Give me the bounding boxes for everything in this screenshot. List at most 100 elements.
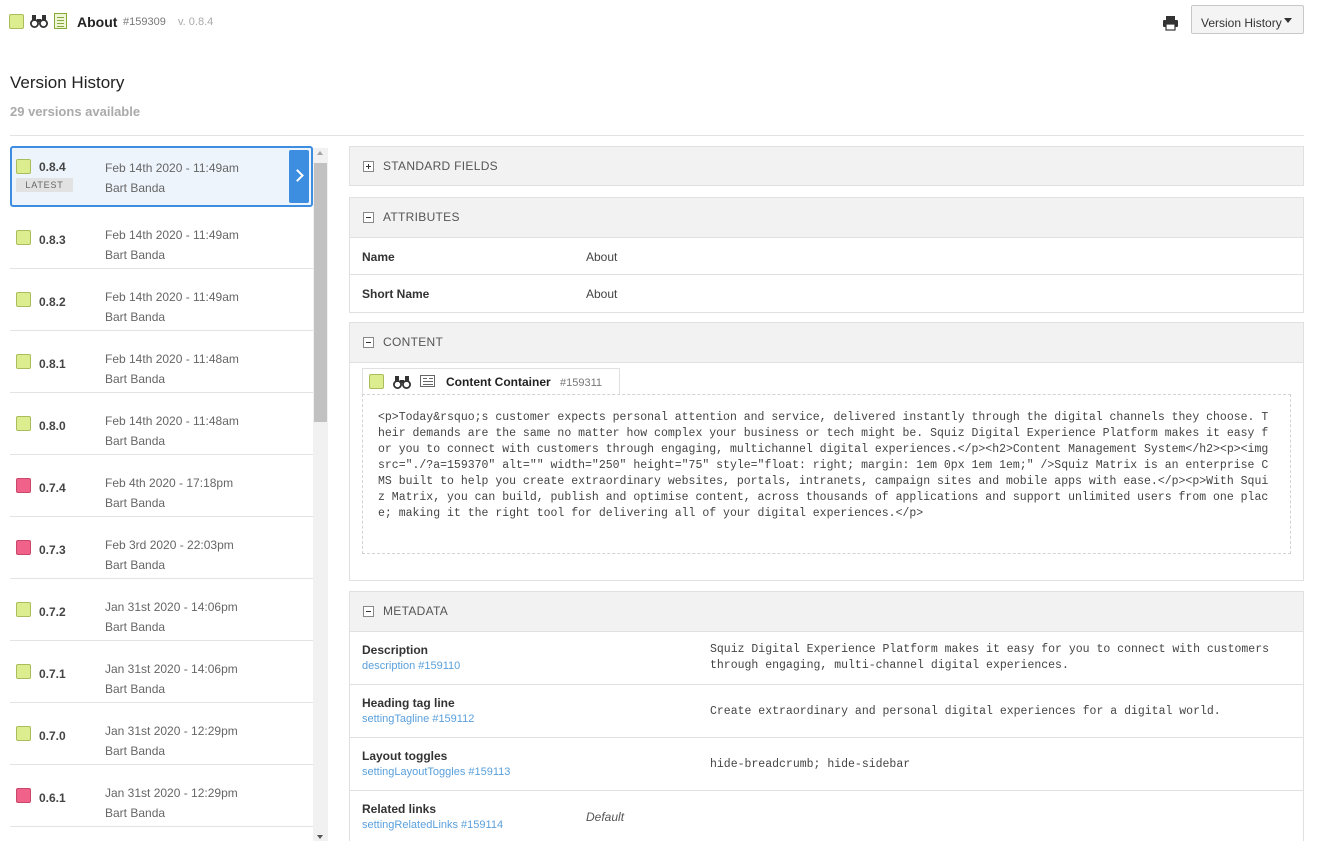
metadata-label: Description <box>362 643 429 657</box>
status-indicator-icon[interactable] <box>9 14 24 29</box>
version-history-dropdown-button[interactable]: Version History <box>1191 5 1304 34</box>
binoculars-icon[interactable] <box>30 13 48 29</box>
scroll-down-icon[interactable] <box>317 835 323 839</box>
version-date: Feb 4th 2020 - 17:18pm <box>105 476 234 490</box>
section-title: ATTRIBUTES <box>383 210 460 224</box>
version-history-button-label: Version History <box>1201 16 1282 30</box>
version-item[interactable]: 0.7.3 Feb 3rd 2020 - 22:03pm Bart Banda <box>10 517 313 579</box>
status-indicator-icon <box>16 788 31 803</box>
version-author: Bart Banda <box>105 558 166 572</box>
status-indicator-icon <box>16 540 31 555</box>
metadata-row: Description description #159110 Squiz Di… <box>350 632 1303 685</box>
content-header[interactable]: CONTENT <box>350 323 1303 363</box>
status-indicator-icon <box>16 664 31 679</box>
collapse-icon[interactable] <box>363 212 374 223</box>
version-number: 0.7.2 <box>39 605 66 619</box>
version-number: 0.7.3 <box>39 543 66 557</box>
print-icon[interactable] <box>1162 15 1179 31</box>
version-author: Bart Banda <box>105 181 166 195</box>
attributes-panel: ATTRIBUTES Name About Short Name About <box>349 197 1304 313</box>
asset-version: v. 0.8.4 <box>178 16 214 28</box>
version-date: Feb 14th 2020 - 11:48am <box>105 352 239 366</box>
section-title: STANDARD FIELDS <box>383 159 498 173</box>
metadata-default-value: Default <box>586 810 625 824</box>
version-date: Feb 14th 2020 - 11:49am <box>105 228 239 242</box>
version-item[interactable]: 0.6.1 Jan 31st 2020 - 12:29pm Bart Banda <box>10 765 313 827</box>
version-date: Jan 31st 2020 - 12:29pm <box>105 724 238 738</box>
metadata-value: Squiz Digital Experience Platform makes … <box>710 643 1269 672</box>
version-number: 0.6.1 <box>39 791 66 805</box>
version-author: Bart Banda <box>105 620 166 634</box>
status-indicator-icon[interactable] <box>369 374 384 389</box>
version-item[interactable]: 0.8.1 Feb 14th 2020 - 11:48am Bart Banda <box>10 331 313 393</box>
version-number: 0.8.4 <box>39 160 66 174</box>
status-indicator-icon <box>16 726 31 741</box>
metadata-row: Heading tag line settingTagline #159112 … <box>350 685 1303 738</box>
status-indicator-icon <box>16 354 31 369</box>
metadata-field-link[interactable]: description #159110 <box>362 660 460 672</box>
content-container-id: #159311 <box>560 377 603 389</box>
standard-fields-header[interactable]: STANDARD FIELDS <box>350 147 1303 185</box>
metadata-field-link[interactable]: settingRelatedLinks #159114 <box>362 819 503 831</box>
version-item[interactable]: 0.8.3 Feb 14th 2020 - 11:49am Bart Banda <box>10 207 313 269</box>
content-html-source: <p>Today&rsquo;s customer expects person… <box>362 394 1291 554</box>
metadata-field-link[interactable]: settingLayoutToggles #159113 <box>362 766 510 778</box>
collapse-icon[interactable] <box>363 606 374 617</box>
version-item[interactable]: 0.7.0 Jan 31st 2020 - 12:29pm Bart Banda <box>10 703 313 765</box>
metadata-label: Related links <box>362 802 437 816</box>
status-indicator-icon <box>16 292 31 307</box>
metadata-value: hide-breadcrumb; hide-sidebar <box>710 758 911 771</box>
version-number: 0.8.2 <box>39 295 66 309</box>
page-title: Version History <box>10 73 125 92</box>
attribute-label: Name <box>362 250 395 264</box>
version-number: 0.8.1 <box>39 357 66 371</box>
metadata-row: Layout toggles settingLayoutToggles #159… <box>350 738 1303 791</box>
version-item[interactable]: 0.7.2 Jan 31st 2020 - 14:06pm Bart Banda <box>10 579 313 641</box>
version-item-selected[interactable]: 0.8.4 LATEST Feb 14th 2020 - 11:49am Bar… <box>10 146 313 207</box>
version-author: Bart Banda <box>105 372 166 386</box>
version-number: 0.7.0 <box>39 729 66 743</box>
version-date: Jan 31st 2020 - 14:06pm <box>105 662 238 676</box>
metadata-panel: METADATA Description description #159110… <box>349 591 1304 841</box>
collapse-icon[interactable] <box>363 337 374 348</box>
metadata-header[interactable]: METADATA <box>350 592 1303 632</box>
version-author: Bart Banda <box>105 434 166 448</box>
version-author: Bart Banda <box>105 682 166 696</box>
content-container-title: Content Container <box>446 375 551 389</box>
section-title: METADATA <box>383 604 449 618</box>
section-title: CONTENT <box>383 335 444 349</box>
top-bar: About #159309 v. 0.8.4 Version History <box>0 0 1321 44</box>
content-panel: CONTENT Content Container #159311 <p>Tod… <box>349 322 1304 581</box>
attributes-header[interactable]: ATTRIBUTES <box>350 198 1303 238</box>
version-list-scrollbar[interactable] <box>313 148 328 841</box>
scrollbar-thumb[interactable] <box>314 163 327 422</box>
version-number: 0.7.1 <box>39 667 66 681</box>
version-author: Bart Banda <box>105 496 166 510</box>
attribute-row: Short Name About <box>350 275 1303 312</box>
expand-icon[interactable] <box>363 161 374 172</box>
metadata-field-link[interactable]: settingTagline #159112 <box>362 713 474 725</box>
version-item[interactable]: 0.7.1 Jan 31st 2020 - 14:06pm Bart Banda <box>10 641 313 703</box>
version-list: 0.8.4 LATEST Feb 14th 2020 - 11:49am Bar… <box>10 146 313 841</box>
attribute-value: About <box>586 287 618 301</box>
chevron-right-icon[interactable] <box>289 150 309 203</box>
version-date: Feb 14th 2020 - 11:49am <box>105 290 239 304</box>
version-number: 0.7.4 <box>39 481 66 495</box>
binoculars-icon[interactable] <box>393 374 411 390</box>
metadata-value: Create extraordinary and personal digita… <box>710 705 1221 718</box>
version-date: Jan 31st 2020 - 12:29pm <box>105 786 238 800</box>
version-item[interactable]: 0.8.2 Feb 14th 2020 - 11:49am Bart Banda <box>10 269 313 331</box>
content-container-icon <box>420 375 435 387</box>
content-container-tab: Content Container #159311 <box>362 368 620 395</box>
metadata-label: Layout toggles <box>362 749 448 763</box>
status-indicator-icon <box>16 478 31 493</box>
metadata-label: Heading tag line <box>362 696 455 710</box>
version-item[interactable]: 0.7.4 Feb 4th 2020 - 17:18pm Bart Banda <box>10 455 313 517</box>
status-indicator-icon <box>16 416 31 431</box>
version-author: Bart Banda <box>105 310 166 324</box>
version-item[interactable]: 0.8.0 Feb 14th 2020 - 11:48am Bart Banda <box>10 393 313 455</box>
metadata-row: Related links settingRelatedLinks #15911… <box>350 791 1303 841</box>
attribute-row: Name About <box>350 238 1303 275</box>
scroll-up-icon[interactable] <box>317 151 323 155</box>
status-indicator-icon <box>16 159 31 174</box>
